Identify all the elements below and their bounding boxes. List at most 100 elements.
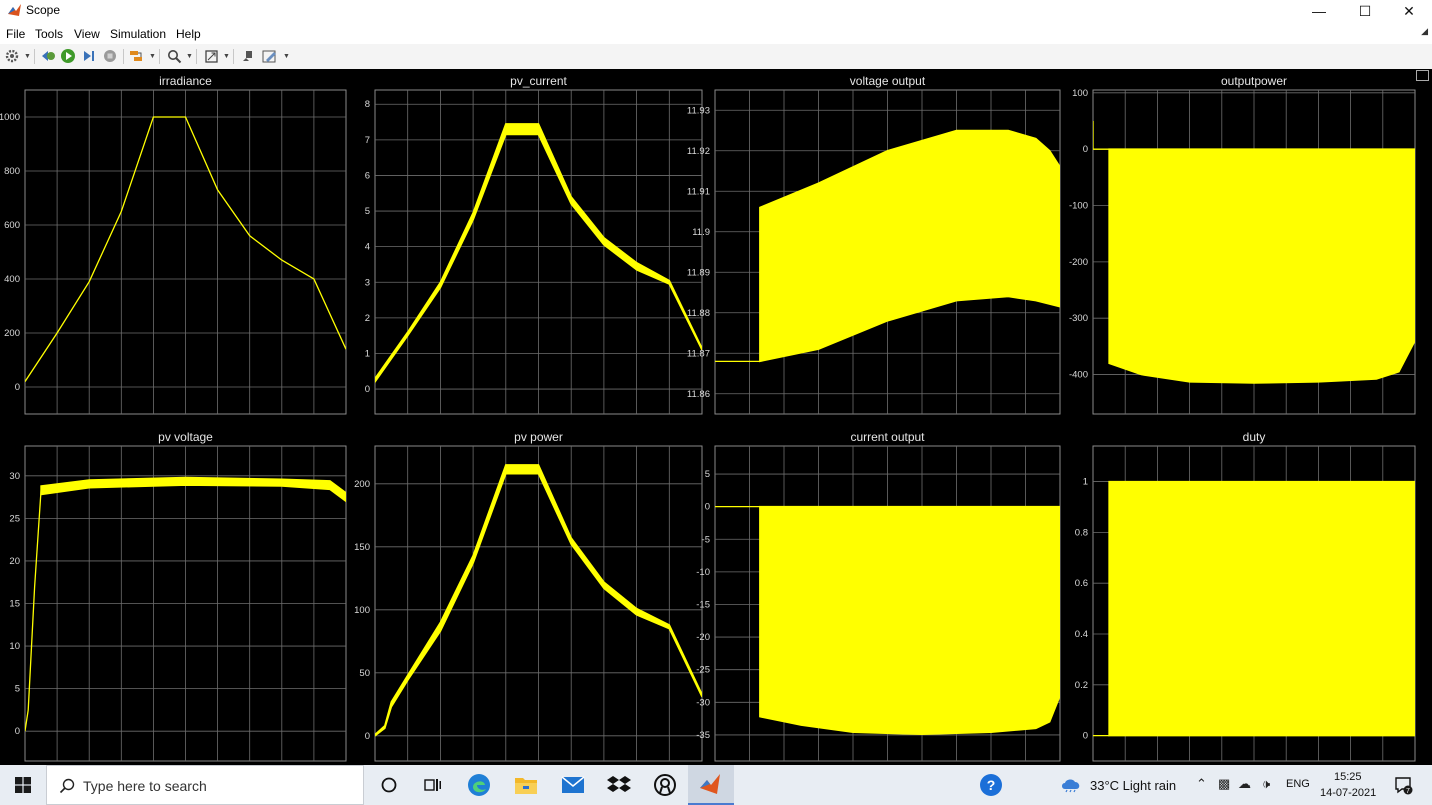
dropbox-icon xyxy=(607,776,631,792)
y-tick-label: 200 xyxy=(4,328,20,339)
menu-view[interactable]: View xyxy=(74,27,100,41)
y-tick-label: 5 xyxy=(705,469,710,480)
y-tick-label: 11.87 xyxy=(687,348,710,359)
task-view-button[interactable] xyxy=(410,765,456,805)
volume-icon[interactable]: 🕩 xyxy=(1262,776,1270,792)
chevron-down-icon[interactable]: ▼ xyxy=(283,53,290,60)
menu-expand-icon[interactable]: ◢ xyxy=(1421,26,1428,37)
chevron-up-icon[interactable]: ⌃ xyxy=(1196,776,1207,792)
highlight-block-icon[interactable] xyxy=(128,47,146,65)
panel-title: outputpower xyxy=(1221,74,1287,88)
toolbar-separator xyxy=(233,49,234,64)
y-tick-label: 30 xyxy=(9,471,20,482)
y-tick-label: 5 xyxy=(15,684,20,695)
clock-time[interactable]: 15:25 xyxy=(1334,771,1362,783)
onedrive-icon[interactable]: ☁ xyxy=(1238,776,1251,792)
edge-icon xyxy=(468,774,490,796)
y-tick-label: 15 xyxy=(9,599,20,610)
window-title-bar: Scope — ☐ ✕ xyxy=(0,0,1432,22)
file-explorer-button[interactable] xyxy=(503,765,549,805)
notification-icon: 7 xyxy=(1395,777,1413,795)
notification-center-button[interactable]: 7 xyxy=(1394,775,1414,798)
device-icon[interactable]: ▩ xyxy=(1218,776,1230,792)
y-tick-label: 20 xyxy=(9,556,20,567)
weather-text[interactable]: 33°C Light rain xyxy=(1090,778,1176,793)
toolbar-separator xyxy=(196,49,197,64)
y-tick-label: 200 xyxy=(354,479,370,490)
scope-panel: voltage output11.8611.8711.8811.8911.911… xyxy=(687,74,1061,415)
step-forward-icon[interactable] xyxy=(80,47,98,65)
step-back-icon[interactable] xyxy=(39,47,57,65)
app-icon xyxy=(654,774,676,796)
chevron-down-icon[interactable]: ▼ xyxy=(24,53,31,60)
y-tick-label: 400 xyxy=(4,274,20,285)
signal-band xyxy=(1108,480,1415,737)
y-tick-label: 10 xyxy=(9,641,20,652)
chevron-down-icon[interactable]: ▼ xyxy=(186,53,193,60)
search-icon xyxy=(59,778,75,794)
y-tick-label: 0 xyxy=(15,726,20,737)
taskbar-search-box[interactable]: Type here to search xyxy=(46,765,364,805)
y-tick-label: 2 xyxy=(365,313,370,324)
stop-icon[interactable] xyxy=(101,47,119,65)
edit-style-icon[interactable] xyxy=(261,47,279,65)
y-tick-label: 8 xyxy=(365,99,370,110)
y-tick-label: 0 xyxy=(15,382,20,393)
minimize-button[interactable]: — xyxy=(1296,0,1342,22)
menu-file[interactable]: File xyxy=(6,27,25,41)
y-tick-label: 0 xyxy=(1083,731,1088,742)
menu-tools[interactable]: Tools xyxy=(35,27,63,41)
matlab-taskbar-button[interactable] xyxy=(688,765,734,805)
panel-title: irradiance xyxy=(159,74,212,88)
autoscale-icon[interactable] xyxy=(202,47,220,65)
y-tick-label: -5 xyxy=(702,534,710,545)
matlab-app-icon xyxy=(7,3,22,18)
scope-display: irradiance 0 200 400 600 800 1000 pv_current 0 1 2… xyxy=(0,69,1432,765)
y-tick-label: -20 xyxy=(696,632,710,643)
menu-simulation[interactable]: Simulation xyxy=(110,27,166,41)
y-tick-label: -200 xyxy=(1069,257,1088,268)
zoom-icon[interactable] xyxy=(165,47,183,65)
app-taskbar-button[interactable] xyxy=(642,765,688,805)
y-tick-label: 1 xyxy=(1083,477,1088,488)
cloud-rain-icon[interactable] xyxy=(1060,777,1082,793)
folder-icon xyxy=(515,778,537,794)
maximize-button[interactable]: ☐ xyxy=(1342,0,1388,22)
close-button[interactable]: ✕ xyxy=(1386,0,1432,22)
scope-panel: pv voltage 0 5 10 15 20 25 30 xyxy=(9,430,347,762)
y-tick-label: 11.92 xyxy=(687,146,710,157)
chevron-down-icon[interactable]: ▼ xyxy=(223,53,230,60)
y-tick-label: -100 xyxy=(1069,201,1088,212)
language-indicator[interactable]: ENG xyxy=(1286,778,1310,790)
run-icon[interactable] xyxy=(59,47,77,65)
write-tool-icon[interactable] xyxy=(239,47,257,65)
cortana-button[interactable] xyxy=(366,765,412,805)
scope-panel: duty 0 0.2 0.4 0.6 0.8 1 xyxy=(1075,430,1416,762)
maximize-icon: ☐ xyxy=(1358,2,1372,19)
y-tick-label: -15 xyxy=(696,599,710,610)
menu-help[interactable]: Help xyxy=(176,27,201,41)
y-tick-label: 11.93 xyxy=(687,105,710,116)
gear-icon[interactable] xyxy=(3,47,21,65)
y-tick-label: 800 xyxy=(4,166,20,177)
undock-icon[interactable] xyxy=(1416,70,1429,81)
signal-band xyxy=(1108,148,1415,384)
y-tick-label: 0.8 xyxy=(1075,527,1088,538)
help-tray-icon[interactable]: ? xyxy=(980,774,1002,796)
windows-logo-icon xyxy=(15,777,31,793)
mail-button[interactable] xyxy=(550,765,596,805)
y-tick-label: 11.91 xyxy=(687,186,710,197)
start-button[interactable] xyxy=(0,765,46,805)
y-tick-label: 0 xyxy=(1083,144,1088,155)
y-tick-label: -35 xyxy=(696,730,710,741)
clock-date[interactable]: 14-07-2021 xyxy=(1320,787,1376,799)
signal-band xyxy=(759,505,1060,736)
scope-panel: pv power 0 50 100 150 200 xyxy=(354,430,703,762)
y-tick-label: 0.2 xyxy=(1075,680,1088,691)
dropbox-button[interactable] xyxy=(596,765,642,805)
edge-taskbar-button[interactable] xyxy=(456,765,502,805)
y-tick-label: -10 xyxy=(696,567,710,578)
y-tick-label: 25 xyxy=(9,513,20,524)
chevron-down-icon[interactable]: ▼ xyxy=(149,53,156,60)
y-tick-label: 1 xyxy=(365,348,370,359)
